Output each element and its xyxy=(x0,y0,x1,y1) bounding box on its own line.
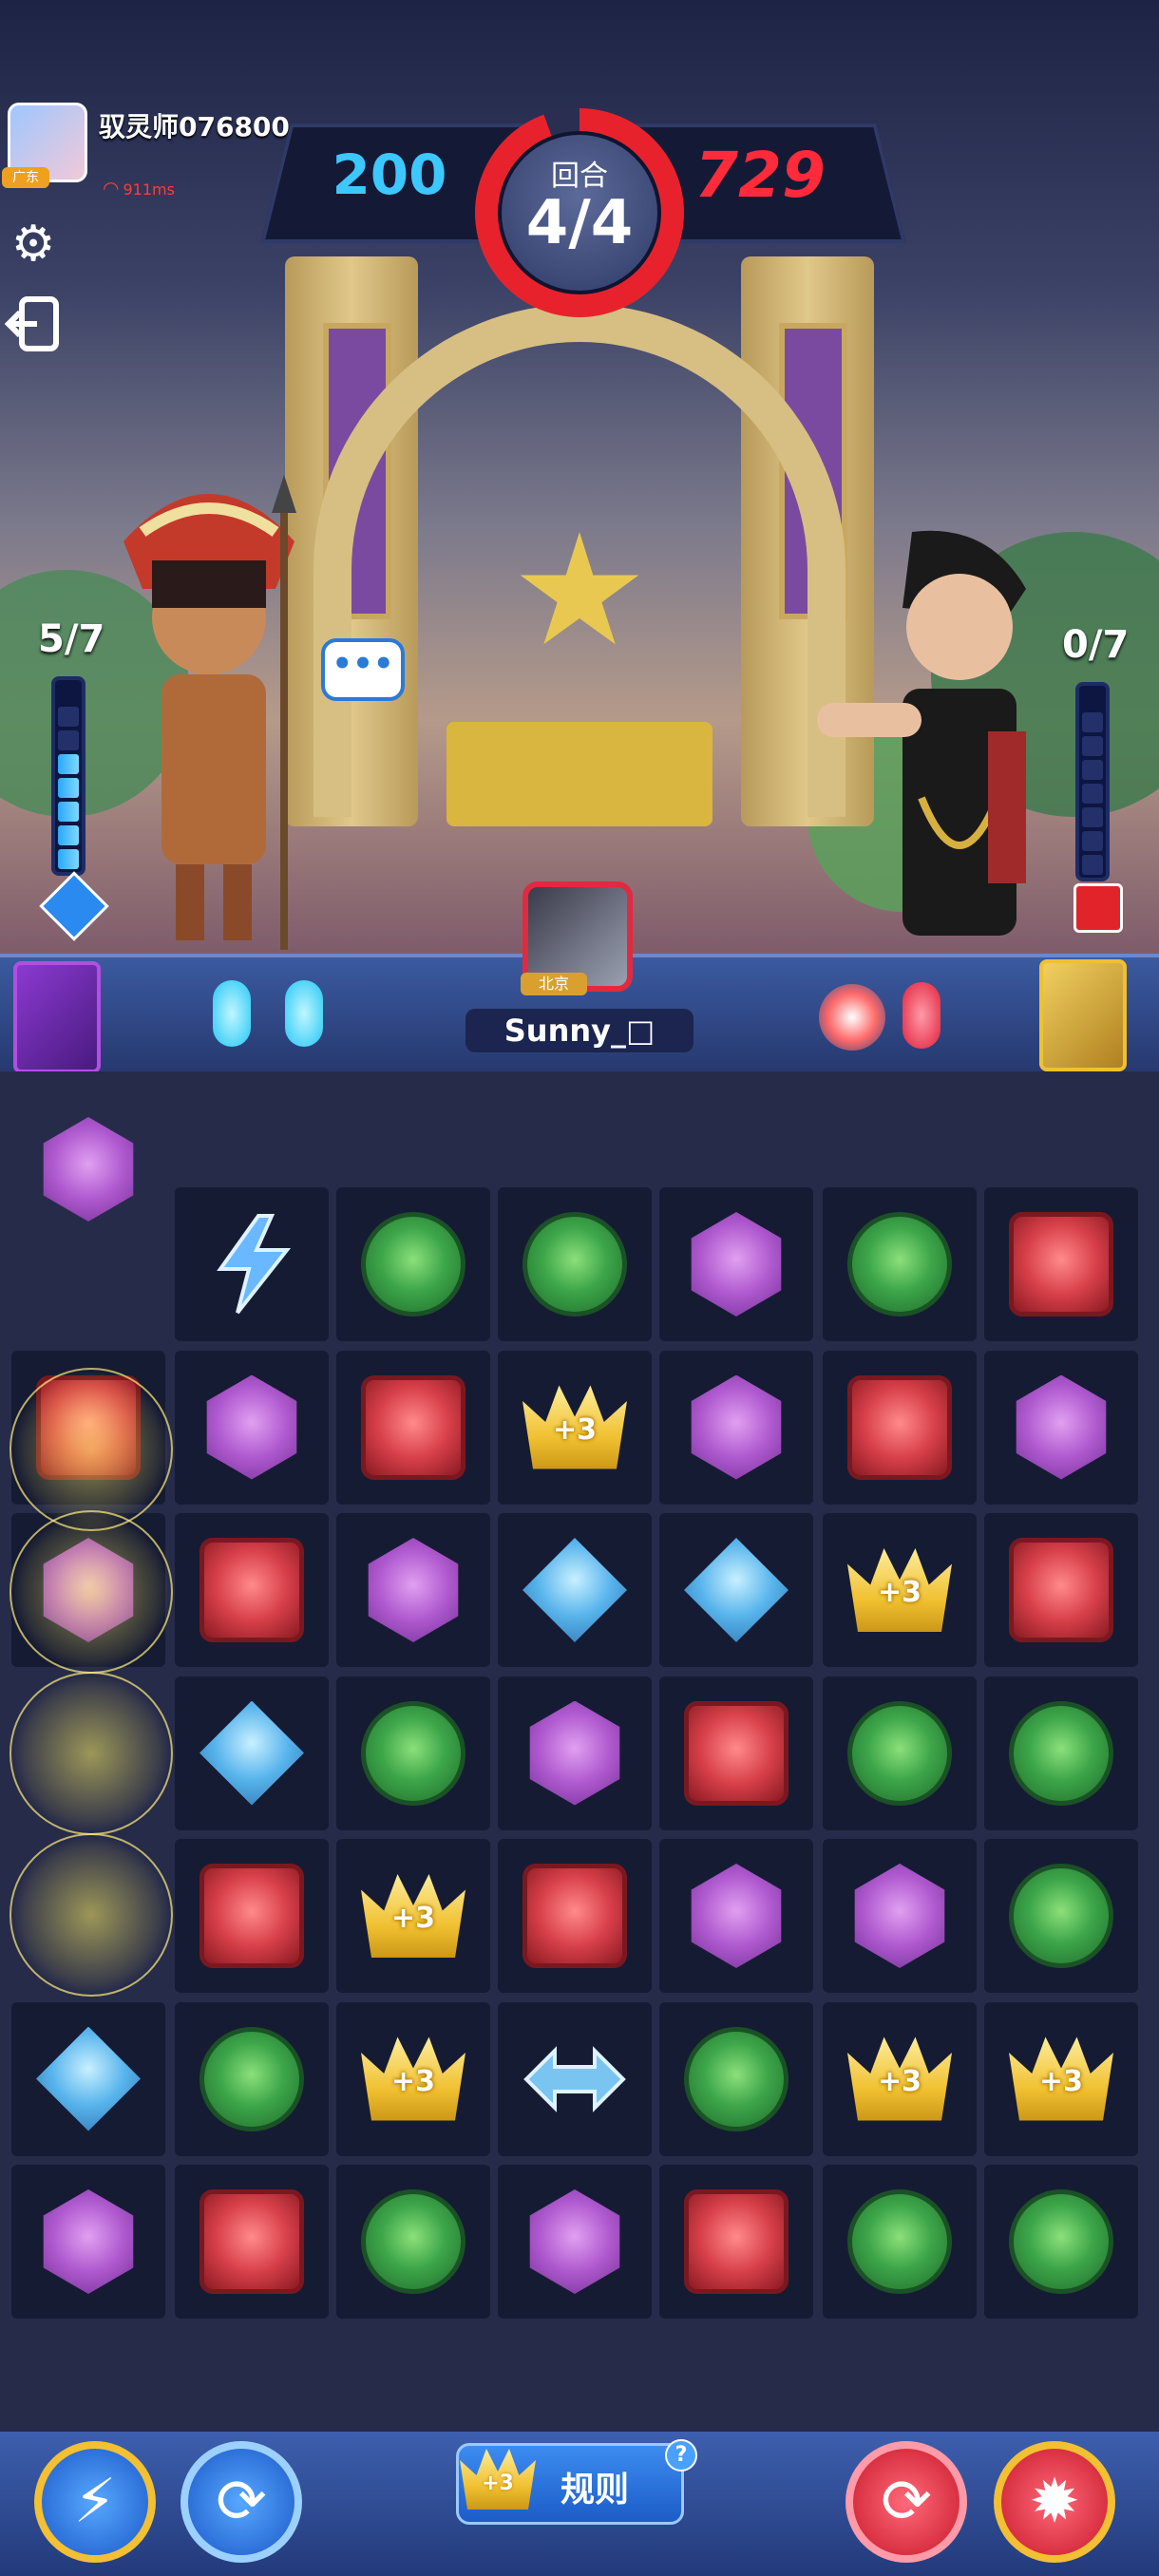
player-energy-meter xyxy=(51,676,86,876)
green-gem[interactable] xyxy=(847,1700,952,1806)
purple-gem[interactable] xyxy=(43,1117,134,1222)
green-gem[interactable] xyxy=(847,1212,952,1316)
player-name: 驭灵师076800 xyxy=(99,111,290,142)
player-region-badge: 广东 xyxy=(2,167,49,188)
red-gem[interactable] xyxy=(684,1700,788,1806)
round-value: 4/4 xyxy=(525,188,634,258)
energy-segment xyxy=(58,730,79,750)
refresh-icon: ⟳ xyxy=(216,2467,267,2537)
gear-icon: ⚙ xyxy=(10,216,56,273)
network-ping: ◠ 911ms xyxy=(103,177,175,199)
green-gem[interactable] xyxy=(522,1212,627,1316)
opponent-region-badge: 北京 xyxy=(521,973,587,995)
energy-segment xyxy=(1082,760,1103,780)
green-gem[interactable] xyxy=(361,1212,466,1316)
opponent-energy-gem-icon xyxy=(1074,883,1123,933)
burst-skill-button[interactable]: ✹ xyxy=(994,2441,1115,2563)
red-gem[interactable] xyxy=(361,1374,466,1480)
energy-segment xyxy=(1082,807,1103,827)
opponent-red-flame-icon xyxy=(902,982,940,1049)
opponent-name: Sunny_□ xyxy=(466,1009,694,1052)
energy-segment xyxy=(1082,784,1103,804)
red-gem[interactable] xyxy=(1009,1538,1113,1642)
opponent-red-orb-icon xyxy=(819,984,885,1051)
energy-segment xyxy=(58,707,79,727)
refresh-skill-button[interactable]: ⟳ xyxy=(180,2441,302,2563)
exit-icon xyxy=(4,296,59,351)
energy-segment xyxy=(1082,712,1103,732)
energy-segment xyxy=(1082,855,1103,875)
energy-segment xyxy=(1082,831,1103,851)
energy-segment xyxy=(1082,736,1103,756)
sparkle-effect xyxy=(10,1510,173,1674)
green-gem[interactable] xyxy=(847,2189,952,2294)
settings-button[interactable]: ⚙ xyxy=(0,211,66,277)
crown-bonus-label: +3 xyxy=(877,1576,922,1609)
crown-bonus-label: +3 xyxy=(552,1412,597,1447)
opponent-character xyxy=(817,530,1026,936)
refresh-icon: ⟳ xyxy=(881,2467,932,2537)
player-blue-flame-icon xyxy=(213,980,251,1047)
player-energy-text: 5/7 xyxy=(38,617,105,661)
opponent-hero-card[interactable] xyxy=(1039,959,1127,1071)
chat-bubble-button[interactable]: ••• xyxy=(321,638,405,701)
red-gem[interactable] xyxy=(684,2189,788,2294)
ping-value: 911ms xyxy=(123,180,175,199)
match3-board: +3 +3 +3 +3 +3 +3 xyxy=(0,1071,1159,2432)
crown-bonus-label: +3 xyxy=(390,1902,435,1935)
help-badge[interactable]: ? xyxy=(665,2439,697,2472)
burst-icon: ✹ xyxy=(1029,2467,1080,2537)
rules-crown-label: +3 xyxy=(482,2472,514,2495)
green-gem[interactable] xyxy=(361,2189,466,2294)
red-gem[interactable] xyxy=(200,1864,304,1968)
opponent-energy-meter xyxy=(1075,682,1110,881)
opponent-refresh-skill-button[interactable]: ⟳ xyxy=(846,2441,967,2563)
player-character xyxy=(124,475,296,950)
sparkle-effect xyxy=(10,1833,173,1997)
player-score: 200 xyxy=(332,142,447,207)
opponent-energy-text: 0/7 xyxy=(1062,623,1130,667)
sparkle-effect xyxy=(10,1672,173,1835)
red-gem[interactable] xyxy=(1009,1212,1113,1316)
green-gem[interactable] xyxy=(361,1700,466,1806)
red-gem[interactable] xyxy=(200,1538,304,1642)
red-gem[interactable] xyxy=(522,1864,627,1968)
energy-segment xyxy=(58,825,79,845)
player-blue-flame-icon xyxy=(285,980,323,1047)
energy-segment xyxy=(58,849,79,869)
lightning-icon: ⚡ xyxy=(73,2467,117,2537)
lightning-gem-icon[interactable] xyxy=(200,1212,304,1316)
crown-bonus-label: +3 xyxy=(390,2064,435,2098)
energy-segment xyxy=(58,778,79,798)
swap-arrows-gem-icon[interactable] xyxy=(522,2027,627,2131)
green-gem[interactable] xyxy=(200,2026,304,2131)
lightning-skill-button[interactable]: ⚡ xyxy=(34,2441,156,2563)
green-gem[interactable] xyxy=(1009,1700,1113,1806)
sparkle-effect xyxy=(10,1368,173,1531)
red-gem[interactable] xyxy=(847,1374,952,1480)
green-gem[interactable] xyxy=(1009,1864,1113,1968)
red-gem[interactable] xyxy=(200,2189,304,2294)
energy-segment xyxy=(58,802,79,822)
green-gem[interactable] xyxy=(684,2026,788,2131)
player-hero-card[interactable] xyxy=(13,961,101,1073)
wifi-icon: ◠ xyxy=(103,177,120,199)
energy-segment xyxy=(58,754,79,774)
crown-bonus-label: +3 xyxy=(1038,2064,1083,2098)
green-gem[interactable] xyxy=(1009,2189,1113,2294)
crown-bonus-label: +3 xyxy=(877,2064,922,2098)
rules-label: 规则 xyxy=(560,2471,630,2510)
statue-pedestal xyxy=(446,722,712,826)
exit-button[interactable] xyxy=(0,291,66,357)
opponent-score: 729 xyxy=(694,139,826,212)
